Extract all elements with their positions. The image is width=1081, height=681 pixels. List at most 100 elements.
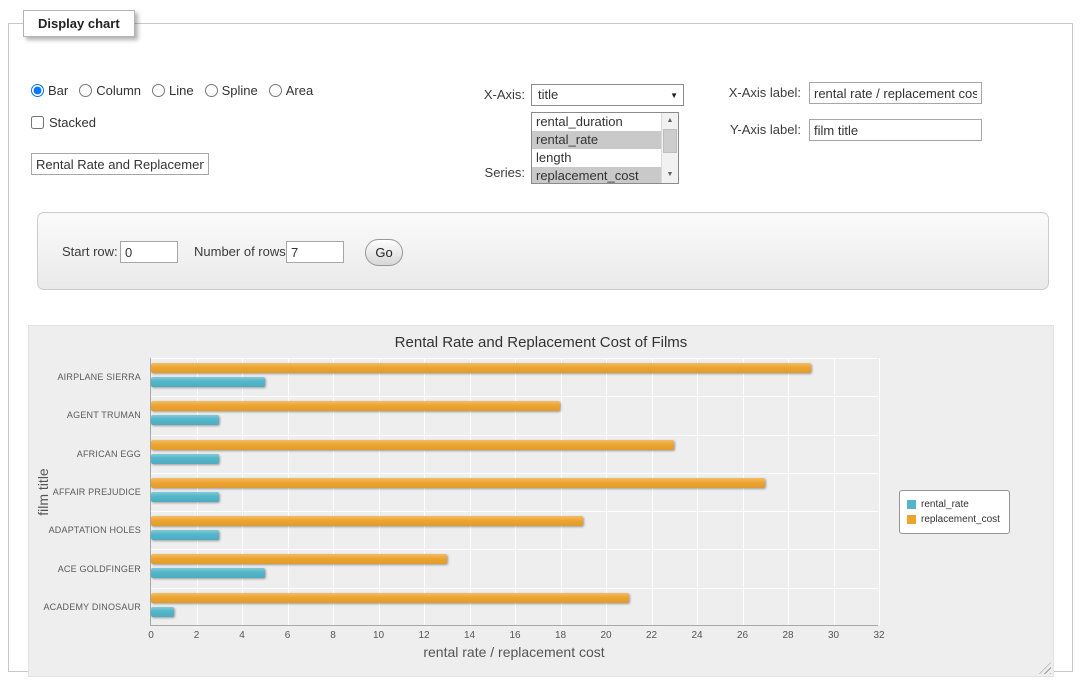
scroll-up-icon[interactable]: ▲ [662, 113, 678, 129]
scrollbar-thumb[interactable] [663, 129, 677, 153]
start-row-input[interactable] [120, 241, 178, 263]
bar-rental_rate [151, 492, 219, 502]
bar-replacement_cost [151, 516, 583, 526]
scroll-down-icon[interactable]: ▼ [662, 167, 678, 183]
x-gridline [515, 358, 516, 625]
bar-replacement_cost [151, 440, 674, 450]
chart-legend: rental_rate replacement_cost [899, 490, 1010, 534]
x-tick-label: 12 [418, 630, 429, 641]
category-label: AGENT TRUMAN [29, 410, 141, 420]
column-radio[interactable] [79, 84, 92, 97]
x-axis-select-value: title [538, 87, 558, 102]
y-axis-label-input[interactable] [809, 119, 982, 141]
series-option-rental-rate[interactable]: rental_rate [532, 131, 662, 149]
category-axis-labels: AIRPLANE SIERRA AGENT TRUMAN AFRICAN EGG AF… [29, 358, 141, 626]
bar-radio[interactable] [31, 84, 44, 97]
category-label: ADAPTATION HOLES [29, 525, 141, 535]
bar-replacement_cost [151, 478, 765, 488]
series-option-length[interactable]: length [532, 149, 662, 167]
x-gridline [470, 358, 471, 625]
num-rows-input[interactable] [286, 241, 344, 263]
x-tick-label: 2 [194, 630, 200, 641]
category-label: AFRICAN EGG [29, 449, 141, 459]
bar-replacement_cost [151, 401, 560, 411]
legend-item-replacement_cost[interactable]: replacement_cost [907, 512, 1000, 527]
x-gridline [697, 358, 698, 625]
series-scrollbar[interactable]: ▲ ▼ [661, 113, 678, 183]
x-tick-label: 10 [373, 630, 384, 641]
x-axis-label-label: X-Axis label: [699, 82, 801, 104]
chart-title-input[interactable] [31, 153, 209, 175]
chart-title: Rental Rate and Replacement Cost of Film… [29, 334, 1053, 351]
bar-replacement_cost [151, 554, 447, 564]
x-gridline [561, 358, 562, 625]
y-gridline [151, 358, 878, 359]
x-gridline [606, 358, 607, 625]
panel-legend: Display chart [23, 10, 135, 37]
stacked-checkbox[interactable] [31, 116, 44, 129]
x-tick-label: 16 [509, 630, 520, 641]
legend-label: replacement_cost [921, 514, 1000, 525]
stacked-label: Stacked [49, 115, 96, 130]
x-tick-label: 14 [464, 630, 475, 641]
chart-x-axis-title: rental rate / replacement cost [150, 644, 878, 660]
x-gridline [743, 358, 744, 625]
x-gridline [879, 358, 880, 625]
num-rows-label: Number of rows: [194, 241, 289, 263]
row-range-panel: Start row: Number of rows: Go [37, 212, 1049, 290]
bar-rental_rate [151, 607, 174, 617]
line-radio[interactable] [152, 84, 165, 97]
category-label: ACE GOLDFINGER [29, 564, 141, 574]
y-axis-label-label: Y-Axis label: [699, 119, 801, 141]
go-button[interactable]: Go [365, 239, 403, 266]
resize-handle-icon[interactable] [1039, 662, 1051, 674]
x-tick-label: 4 [239, 630, 245, 641]
area-radio[interactable] [269, 84, 282, 97]
legend-swatch-icon [907, 500, 916, 509]
bar-rental_rate [151, 415, 219, 425]
x-tick-label: 6 [285, 630, 291, 641]
bar-replacement_cost [151, 363, 811, 373]
stacked-checkbox-group[interactable]: Stacked [31, 115, 96, 130]
x-gridline [379, 358, 380, 625]
x-tick-label: 0 [148, 630, 154, 641]
x-gridline [652, 358, 653, 625]
chevron-down-icon: ▼ [670, 85, 678, 107]
x-tick-label: 30 [828, 630, 839, 641]
legend-label: rental_rate [921, 499, 969, 510]
chart-type-option-column[interactable]: Column [79, 83, 141, 98]
x-tick-label: 20 [600, 630, 611, 641]
chart-type-option-spline[interactable]: Spline [205, 83, 258, 98]
bar-rental_rate [151, 568, 265, 578]
legend-item-rental_rate[interactable]: rental_rate [907, 497, 1000, 512]
x-gridline [788, 358, 789, 625]
y-gridline [151, 588, 878, 589]
x-tick-label: 28 [782, 630, 793, 641]
chart-type-option-bar[interactable]: Bar [31, 83, 68, 98]
x-tick-label: 18 [555, 630, 566, 641]
x-axis-select[interactable]: title ▼ [531, 84, 684, 106]
column-radio-label: Column [96, 83, 141, 98]
x-axis-label-input[interactable] [809, 82, 982, 104]
chart-type-option-line[interactable]: Line [152, 83, 194, 98]
chart-type-option-area[interactable]: Area [269, 83, 313, 98]
series-listbox[interactable]: rental_duration rental_rate length repla… [531, 112, 679, 184]
series-option-rental-duration[interactable]: rental_duration [532, 113, 662, 131]
x-axis-select-label: X-Axis: [429, 84, 525, 106]
legend-swatch-icon [907, 515, 916, 524]
category-label: AIRPLANE SIERRA [29, 372, 141, 382]
bar-rental_rate [151, 454, 219, 464]
bar-replacement_cost [151, 593, 629, 603]
y-gridline [151, 473, 878, 474]
x-tick-label: 8 [330, 630, 336, 641]
bar-radio-label: Bar [48, 83, 68, 98]
category-label: AFFAIR PREJUDICE [29, 487, 141, 497]
chart-type-radio-group: Bar Column Line Spline Area [31, 83, 324, 98]
y-gridline [151, 549, 878, 550]
x-tick-label: 24 [691, 630, 702, 641]
x-gridline [834, 358, 835, 625]
series-option-replacement-cost[interactable]: replacement_cost [532, 167, 662, 184]
spline-radio[interactable] [205, 84, 218, 97]
x-gridline [333, 358, 334, 625]
series-list-label: Series: [429, 162, 525, 184]
